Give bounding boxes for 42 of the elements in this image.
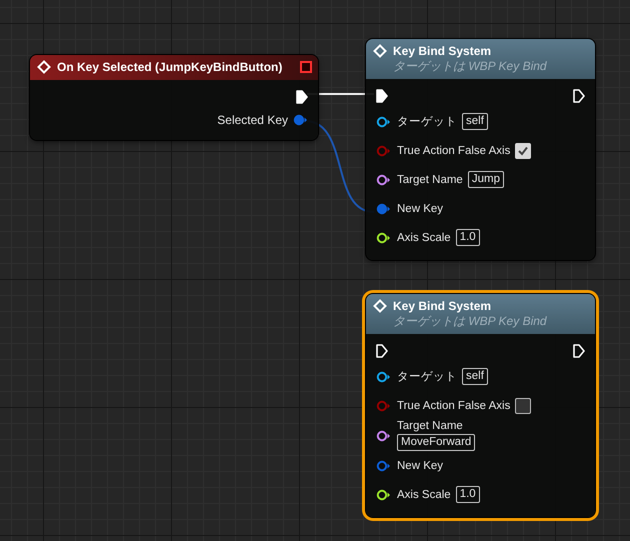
value-field[interactable]: Jump — [468, 171, 504, 188]
value-field[interactable]: 1.0 — [456, 229, 480, 246]
diamond-icon — [373, 299, 387, 313]
pin-label: New Key — [397, 202, 444, 214]
node-subtitle: ターゲットは WBP Key Bind — [393, 59, 548, 74]
pin-label: True Action False Axis — [397, 400, 510, 412]
square-pin-icon[interactable] — [300, 61, 312, 73]
value-field[interactable]: 1.0 — [456, 486, 480, 503]
node-card[interactable]: Key Bind System ターゲットは WBP Key Bind ターゲット self True Action False Axis Target Name MoveForward New Key Axis Scale 1.0 — [366, 294, 595, 517]
pin-icon[interactable] — [376, 430, 391, 442]
node-title: Key Bind System — [393, 43, 492, 59]
pin-icon[interactable] — [376, 488, 391, 500]
pin-label: Axis Scale — [397, 232, 451, 244]
node-card[interactable]: On Key Selected (JumpKeyBindButton) Selected Key — [30, 55, 318, 140]
pin-label: Target Name — [397, 420, 463, 432]
checkbox[interactable] — [515, 142, 532, 158]
pin-icon[interactable] — [376, 174, 391, 186]
node-title: On Key Selected (JumpKeyBindButton) — [57, 59, 284, 75]
node-title: Key Bind System — [393, 298, 492, 314]
value-field[interactable]: MoveForward — [397, 434, 476, 451]
pin-label: Axis Scale — [397, 488, 451, 500]
pin-label: Selected Key — [217, 113, 288, 127]
exec-pin-icon[interactable] — [376, 344, 388, 358]
pin-icon[interactable] — [376, 232, 391, 244]
value-field[interactable]: self — [462, 113, 488, 130]
pin-label: True Action False Axis — [397, 144, 510, 156]
pin-label: New Key — [397, 460, 444, 472]
exec-pin-icon[interactable] — [376, 89, 388, 103]
diamond-icon — [373, 44, 387, 58]
pin-label: ターゲット — [397, 115, 457, 129]
exec-pin-icon[interactable] — [573, 89, 585, 103]
value-field[interactable]: self — [462, 368, 488, 385]
exec-pin-icon[interactable] — [573, 344, 585, 358]
checkbox[interactable] — [515, 398, 532, 414]
node-card[interactable]: Key Bind System ターゲットは WBP Key Bind ターゲット self True Action False Axis Target Name Jump New Key Axis Scale 1.0 — [366, 39, 595, 260]
pin-icon[interactable] — [376, 370, 391, 382]
exec-pin-icon[interactable] — [296, 90, 308, 104]
pin-label: ターゲット — [397, 370, 457, 384]
node-subtitle: ターゲットは WBP Key Bind — [393, 314, 548, 329]
diamond-icon — [37, 60, 51, 74]
pin-icon[interactable] — [376, 116, 391, 128]
pin-label: Target Name — [397, 174, 463, 186]
